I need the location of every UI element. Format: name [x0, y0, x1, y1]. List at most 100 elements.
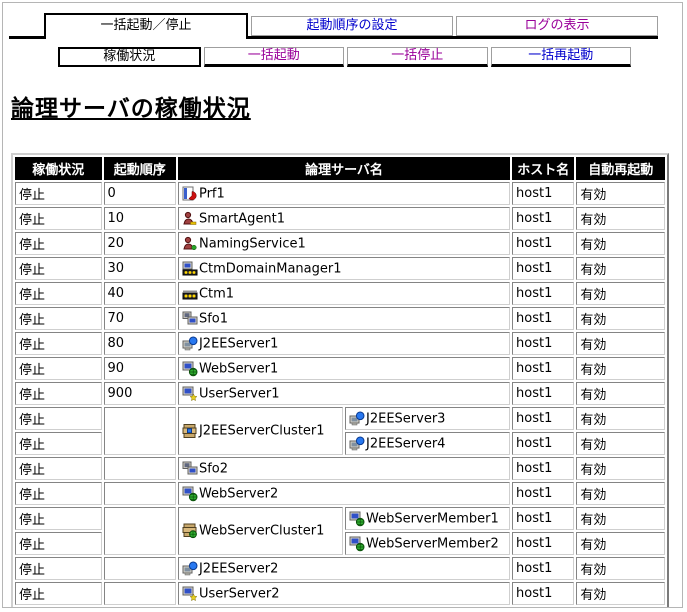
order-cell: 0 — [104, 182, 176, 205]
web-server-icon — [349, 511, 365, 527]
table-row: 停止 20 NamingService1 host1 有効 — [15, 232, 665, 255]
main-tab-bar: 一括起動／停止 起動順序の設定 ログの表示 — [9, 13, 658, 39]
server-name-cell: WebServer2 — [178, 482, 510, 505]
host-cell: host1 — [512, 432, 574, 455]
auto-restart-cell: 有効 — [576, 557, 665, 580]
auto-restart-cell: 有効 — [576, 282, 665, 305]
status-cell: 停止 — [15, 207, 102, 230]
table-row: 停止 70 Sfo1 host1 有効 — [15, 307, 665, 330]
auto-restart-cell: 有効 — [576, 182, 665, 205]
auto-restart-cell: 有効 — [576, 382, 665, 405]
status-cell: 停止 — [15, 332, 102, 355]
member-name-cell: WebServerMember1 — [345, 507, 510, 530]
tab-start-order-settings[interactable]: 起動順序の設定 — [251, 16, 453, 36]
order-cell: 80 — [104, 332, 176, 355]
host-cell: host1 — [512, 407, 574, 430]
sfo-server-icon — [182, 461, 198, 477]
page-frame: 一括起動／停止 起動順序の設定 ログの表示 稼働状況 一括起動 一括停止 一括再… — [2, 2, 683, 608]
status-cell: 停止 — [15, 182, 102, 205]
host-cell: host1 — [512, 232, 574, 255]
tab-batch-start-stop[interactable]: 一括起動／停止 — [44, 13, 248, 39]
subtab-batch-start[interactable]: 一括起動 — [204, 47, 345, 67]
auto-restart-cell: 有効 — [576, 532, 665, 555]
subtab-batch-restart[interactable]: 一括再起動 — [491, 47, 632, 67]
host-cell: host1 — [512, 482, 574, 505]
server-name-cell: J2EEServer1 — [178, 332, 510, 355]
table-row: 停止 J2EEServerCluster1 J2EEServer3 host1 … — [15, 407, 665, 430]
order-cell: 70 — [104, 307, 176, 330]
host-cell: host1 — [512, 457, 574, 480]
status-cell: 停止 — [15, 407, 102, 430]
host-cell: host1 — [512, 282, 574, 305]
user-server-icon — [182, 586, 198, 602]
host-cell: host1 — [512, 582, 574, 605]
table-row: 停止 WebServer2 host1 有効 — [15, 482, 665, 505]
order-cell — [104, 507, 176, 555]
server-name-cell: Prf1 — [178, 182, 510, 205]
server-name-cell: CtmDomainManager1 — [178, 257, 510, 280]
server-name-cell: UserServer1 — [178, 382, 510, 405]
server-name: WebServerMember1 — [366, 511, 499, 526]
member-name-cell: J2EEServer3 — [345, 407, 510, 430]
status-cell: 停止 — [15, 532, 102, 555]
host-cell: host1 — [512, 357, 574, 380]
web-server-icon — [182, 486, 198, 502]
host-cell: host1 — [512, 182, 574, 205]
server-name: J2EEServer1 — [199, 336, 278, 351]
status-cell: 停止 — [15, 382, 102, 405]
status-cell: 停止 — [15, 232, 102, 255]
ctm-icon — [182, 286, 198, 302]
server-status-table: 稼働状況 起動順序 論理サーバ名 ホスト名 自動再起動 停止 0 Prf1 ho… — [11, 153, 669, 608]
auto-restart-cell: 有効 — [576, 432, 665, 455]
header-start-order: 起動順序 — [104, 157, 176, 180]
server-name: CtmDomainManager1 — [199, 261, 342, 276]
header-server-name: 論理サーバ名 — [178, 157, 510, 180]
host-cell: host1 — [512, 257, 574, 280]
web-cluster-icon — [182, 523, 198, 539]
server-name: WebServerMember2 — [366, 536, 499, 551]
order-cell — [104, 457, 176, 480]
subtab-batch-stop[interactable]: 一括停止 — [347, 47, 488, 67]
order-cell: 10 — [104, 207, 176, 230]
server-name-cell: UserServer2 — [178, 582, 510, 605]
status-cell: 停止 — [15, 432, 102, 455]
status-cell: 停止 — [15, 307, 102, 330]
host-cell: host1 — [512, 332, 574, 355]
auto-restart-cell: 有効 — [576, 232, 665, 255]
header-auto-restart: 自動再起動 — [576, 157, 665, 180]
server-name-cell: Sfo1 — [178, 307, 510, 330]
host-cell: host1 — [512, 557, 574, 580]
tab-log-display[interactable]: ログの表示 — [456, 16, 658, 36]
web-server-icon — [349, 536, 365, 552]
server-name-cell: WebServer1 — [178, 357, 510, 380]
server-name: Ctm1 — [199, 286, 234, 301]
header-host-name: ホスト名 — [512, 157, 574, 180]
member-name-cell: WebServerMember2 — [345, 532, 510, 555]
smart-agent-icon — [182, 211, 198, 227]
server-name-cell: J2EEServer2 — [178, 557, 510, 580]
host-cell: host1 — [512, 307, 574, 330]
order-cell: 90 — [104, 357, 176, 380]
j2ee-server-icon — [349, 436, 365, 452]
naming-service-icon — [182, 236, 198, 252]
j2ee-server-icon — [349, 411, 365, 427]
auto-restart-cell: 有効 — [576, 457, 665, 480]
server-name: NamingService1 — [199, 236, 306, 251]
j2ee-cluster-icon — [182, 423, 198, 439]
server-name-cell: Sfo2 — [178, 457, 510, 480]
order-cell: 900 — [104, 382, 176, 405]
j2ee-server-icon — [182, 561, 198, 577]
table-row: 停止 90 WebServer1 host1 有効 — [15, 357, 665, 380]
order-cell: 30 — [104, 257, 176, 280]
prf-icon — [182, 186, 198, 202]
order-cell — [104, 482, 176, 505]
table-row: 停止 Sfo2 host1 有効 — [15, 457, 665, 480]
cluster-name-cell: J2EEServerCluster1 — [178, 407, 343, 455]
auto-restart-cell: 有効 — [576, 582, 665, 605]
order-cell: 40 — [104, 282, 176, 305]
subtab-operation-status[interactable]: 稼働状況 — [58, 47, 201, 67]
table-row: 停止 WebServerCluster1 WebServerMember1 ho… — [15, 507, 665, 530]
j2ee-server-icon — [182, 336, 198, 352]
ctm-domain-manager-icon — [182, 261, 198, 277]
auto-restart-cell: 有効 — [576, 207, 665, 230]
